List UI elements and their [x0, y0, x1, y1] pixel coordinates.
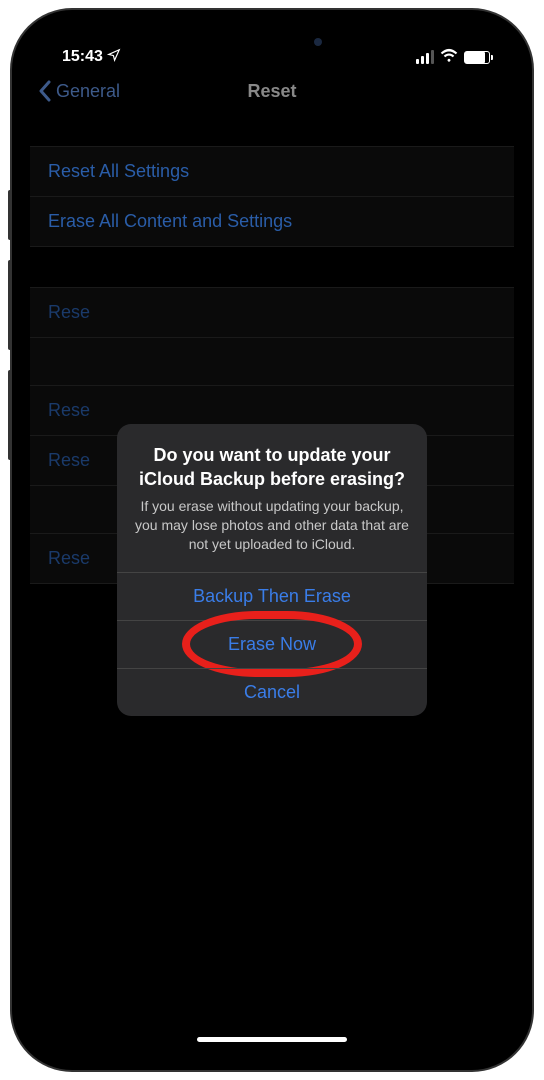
backup-then-erase-button[interactable]: Backup Then Erase	[117, 572, 427, 620]
chevron-left-icon	[38, 80, 52, 102]
cellular-icon	[416, 50, 434, 64]
location-icon	[107, 48, 121, 67]
list-item[interactable]: Rese	[30, 288, 514, 338]
back-button[interactable]: General	[38, 80, 120, 102]
alert-dialog: Do you want to update your iCloud Backup…	[117, 424, 427, 715]
erase-now-label: Erase Now	[228, 634, 316, 654]
screen: 15:43 General Reset Reset All	[30, 28, 514, 1052]
status-time: 15:43	[62, 48, 103, 66]
list-item-reset-all[interactable]: Reset All Settings	[30, 147, 514, 197]
home-indicator[interactable]	[197, 1037, 347, 1042]
list-group: Reset All Settings Erase All Content and…	[30, 146, 514, 247]
alert-message: If you erase without updating your backu…	[135, 497, 409, 554]
notch	[172, 28, 372, 56]
wifi-icon	[440, 48, 458, 67]
nav-bar: General Reset	[30, 72, 514, 116]
phone-frame: 15:43 General Reset Reset All	[12, 10, 532, 1070]
battery-icon	[464, 51, 490, 64]
cancel-button[interactable]: Cancel	[117, 668, 427, 716]
list-item-erase-all[interactable]: Erase All Content and Settings	[30, 197, 514, 246]
list-item[interactable]	[30, 338, 514, 386]
page-title: Reset	[247, 81, 296, 102]
back-label: General	[56, 81, 120, 102]
alert-title: Do you want to update your iCloud Backup…	[135, 444, 409, 491]
erase-now-button[interactable]: Erase Now	[117, 620, 427, 668]
